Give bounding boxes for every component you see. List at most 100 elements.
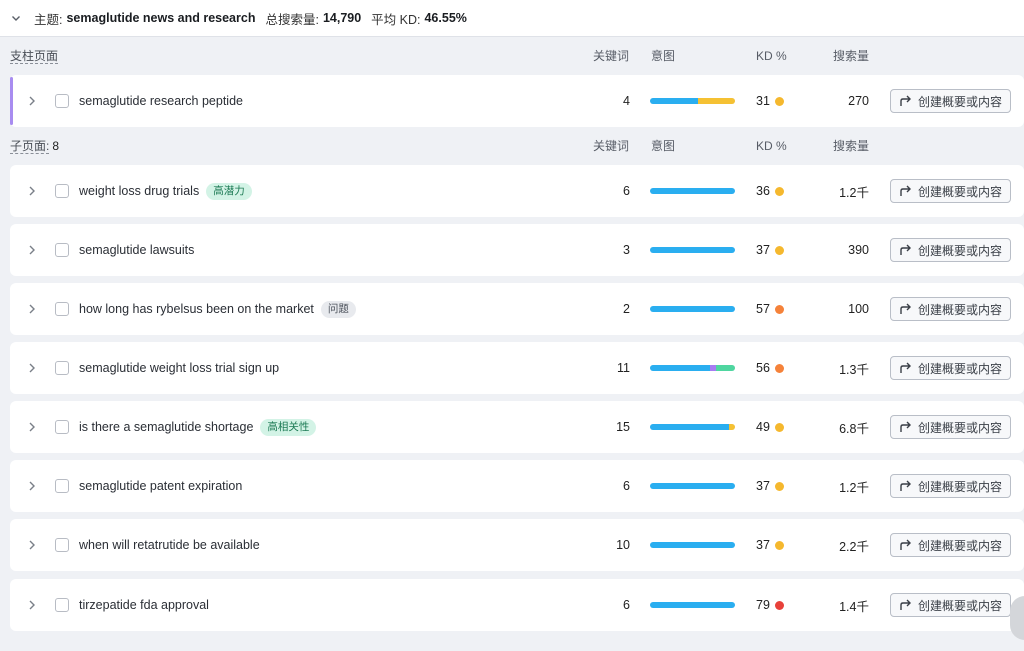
create-brief-button[interactable]: 创建概要或内容 — [890, 89, 1011, 113]
intent-segment — [650, 247, 735, 253]
volume-value: 1.2千 — [839, 185, 869, 200]
kd-indicator-dot — [774, 363, 784, 373]
create-brief-button[interactable]: 创建概要或内容 — [890, 415, 1011, 439]
keyword-text[interactable]: tirzepatide fda approval — [79, 579, 209, 631]
kd-value: 79 — [756, 579, 784, 631]
expand-chevron-icon[interactable] — [26, 94, 38, 108]
kd-indicator-dot — [774, 422, 784, 432]
volume-value: 270 — [848, 94, 869, 108]
intent-segment — [729, 424, 735, 430]
total-volume-value: 14,790 — [322, 11, 362, 25]
intent-bar — [650, 602, 735, 608]
subpage-row[interactable]: semaglutide lawsuits 3 37 390 创建概要或内容 — [10, 224, 1024, 276]
expand-chevron-icon[interactable] — [26, 361, 38, 375]
kd-value: 57 — [756, 283, 784, 335]
intent-segment — [650, 98, 698, 104]
row-checkbox[interactable] — [55, 302, 69, 316]
redirect-arrow-icon — [900, 480, 911, 491]
intent-bar — [650, 542, 735, 548]
keywords-count: 6 — [623, 184, 630, 198]
kd-value: 49 — [756, 401, 784, 453]
kd-indicator-dot — [774, 600, 784, 610]
expand-chevron-icon[interactable] — [26, 479, 38, 493]
pillar-section-title[interactable]: 支柱页面 — [10, 47, 59, 64]
keyword-text[interactable]: how long has rybelsus been on the market… — [79, 283, 356, 335]
redirect-arrow-icon — [900, 185, 911, 196]
keyword-text[interactable]: semaglutide research peptide — [79, 75, 243, 127]
keyword-badge: 问题 — [320, 300, 356, 318]
scroll-handle[interactable] — [1010, 596, 1024, 640]
kd-indicator-dot — [774, 186, 784, 196]
row-checkbox[interactable] — [55, 420, 69, 434]
subpages-section-title[interactable]: 子页面: 8 — [10, 137, 59, 154]
create-brief-button[interactable]: 创建概要或内容 — [890, 593, 1011, 617]
intent-segment — [650, 365, 711, 371]
intent-segment — [650, 188, 735, 194]
create-brief-button[interactable]: 创建概要或内容 — [890, 238, 1011, 262]
kd-indicator-dot — [774, 540, 784, 550]
volume-value: 390 — [848, 243, 869, 257]
volume-value: 100 — [848, 302, 869, 316]
expand-chevron-icon[interactable] — [26, 420, 38, 434]
row-checkbox[interactable] — [55, 361, 69, 375]
row-checkbox[interactable] — [55, 538, 69, 552]
row-checkbox[interactable] — [55, 479, 69, 493]
keyword-text[interactable]: weight loss drug trials 高潜力 — [79, 165, 252, 217]
kd-indicator-dot — [774, 96, 784, 106]
volume-value: 6.8千 — [839, 421, 869, 436]
create-brief-button[interactable]: 创建概要或内容 — [890, 297, 1011, 321]
keyword-badge: 高相关性 — [260, 418, 317, 436]
keyword-text[interactable]: when will retatrutide be available — [79, 519, 260, 571]
redirect-arrow-icon — [900, 95, 911, 106]
expand-chevron-icon[interactable] — [26, 538, 38, 552]
total-volume-label: 总搜索量: — [265, 12, 319, 27]
expand-chevron-icon[interactable] — [26, 243, 38, 257]
row-checkbox[interactable] — [55, 184, 69, 198]
kd-value: 37 — [756, 224, 784, 276]
intent-segment — [697, 98, 735, 104]
keywords-count: 15 — [616, 420, 630, 434]
create-brief-button[interactable]: 创建概要或内容 — [890, 474, 1011, 498]
subpage-row[interactable]: semaglutide weight loss trial sign up 11 5… — [10, 342, 1024, 394]
subpage-row[interactable]: semaglutide patent expiration 6 37 1.2千 创建概要… — [10, 460, 1024, 512]
expand-chevron-icon[interactable] — [26, 598, 38, 612]
kd-value: 37 — [756, 519, 784, 571]
row-checkbox[interactable] — [55, 94, 69, 108]
pillar-row[interactable]: semaglutide research peptide 4 31 270 创建… — [10, 75, 1024, 127]
keyword-text[interactable]: semaglutide patent expiration — [79, 460, 242, 512]
keyword-text[interactable]: is there a semaglutide shortage 高相关性 — [79, 401, 317, 453]
subpage-row[interactable]: is there a semaglutide shortage 高相关性 15 49 6… — [10, 401, 1024, 453]
keyword-text[interactable]: semaglutide weight loss trial sign up — [79, 342, 279, 394]
col-header-keywords: 关键词 — [593, 49, 630, 63]
kd-value: 31 — [756, 75, 784, 127]
expand-chevron-icon[interactable] — [26, 302, 38, 316]
redirect-arrow-icon — [900, 303, 911, 314]
col-header-volume: 搜索量 — [833, 49, 870, 63]
redirect-arrow-icon — [900, 421, 911, 432]
kd-indicator-dot — [774, 304, 784, 314]
subpage-row[interactable]: tirzepatide fda approval 6 79 1.4千 创建概要或内容 — [10, 579, 1024, 631]
col-header-volume: 搜索量 — [833, 139, 870, 153]
volume-value: 1.4千 — [839, 599, 869, 614]
subpage-row[interactable]: weight loss drug trials 高潜力 6 36 1.2千 创建概要或内容 — [10, 165, 1024, 217]
redirect-arrow-icon — [900, 244, 911, 255]
keywords-count: 6 — [623, 479, 630, 493]
keywords-count: 3 — [623, 243, 630, 257]
create-brief-button[interactable]: 创建概要或内容 — [890, 356, 1011, 380]
expand-chevron-icon[interactable] — [26, 184, 38, 198]
subpage-row[interactable]: when will retatrutide be available 10 37 2.… — [10, 519, 1024, 571]
collapse-topic-chevron-icon[interactable] — [10, 12, 22, 24]
row-checkbox[interactable] — [55, 598, 69, 612]
col-header-intent: 意图 — [651, 49, 676, 63]
keywords-count: 2 — [623, 302, 630, 316]
create-brief-button[interactable]: 创建概要或内容 — [890, 533, 1011, 557]
row-checkbox[interactable] — [55, 243, 69, 257]
subpage-row[interactable]: how long has rybelsus been on the market… — [10, 283, 1024, 335]
intent-segment — [650, 602, 735, 608]
keyword-text[interactable]: semaglutide lawsuits — [79, 224, 194, 276]
keywords-count: 4 — [623, 94, 630, 108]
subpages-section-header: 子页面: 8 关键词 意图 KD % 搜索量 — [0, 127, 1024, 164]
keywords-count: 6 — [623, 598, 630, 612]
create-brief-button[interactable]: 创建概要或内容 — [890, 179, 1011, 203]
kd-indicator-dot — [774, 245, 784, 255]
